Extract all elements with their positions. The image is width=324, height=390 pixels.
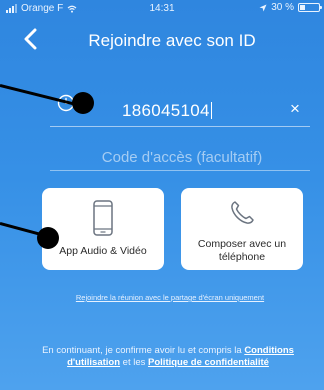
legal-notice: En continuant, je confirme avoir lu et c… [34, 345, 302, 369]
status-bar: Orange F 14:31 30 % [0, 0, 324, 18]
text-caret [210, 102, 212, 119]
dial-phone-label: Composer avec un téléphone [197, 238, 287, 263]
meeting-id-underline [50, 126, 310, 127]
annotation-dot [37, 227, 59, 249]
privacy-link[interactable]: Politique de confidentialité [148, 357, 269, 368]
page-title: Rejoindre avec son ID [88, 31, 256, 50]
access-code-input[interactable] [50, 143, 314, 171]
location-arrow-icon [259, 4, 267, 11]
audio-video-button[interactable]: App Audio & Vidéo [42, 188, 164, 270]
access-code-underline [50, 170, 310, 171]
smartphone-icon [93, 200, 113, 236]
battery-icon [298, 3, 322, 12]
share-screen-only-link[interactable]: Rejoindre la réunion avec le partage d'é… [0, 293, 324, 302]
status-right: 30 % [259, 2, 322, 13]
audio-video-label: App Audio & Vidéo [59, 245, 147, 257]
annotation-dot [72, 92, 94, 114]
access-code-field[interactable] [50, 143, 314, 171]
legal-middle: et les [122, 357, 146, 368]
legal-prefix: En continuant, je confirme avoir lu et c… [42, 345, 242, 356]
meeting-id-value: 186045104 [122, 101, 210, 120]
meeting-id-input[interactable]: 186045104 [122, 101, 212, 121]
battery-percent: 30 % [271, 2, 294, 13]
dial-phone-button[interactable]: Composer avec un téléphone [181, 188, 303, 270]
phone-handset-icon [231, 201, 254, 224]
clear-input-button[interactable]: × [290, 99, 300, 119]
